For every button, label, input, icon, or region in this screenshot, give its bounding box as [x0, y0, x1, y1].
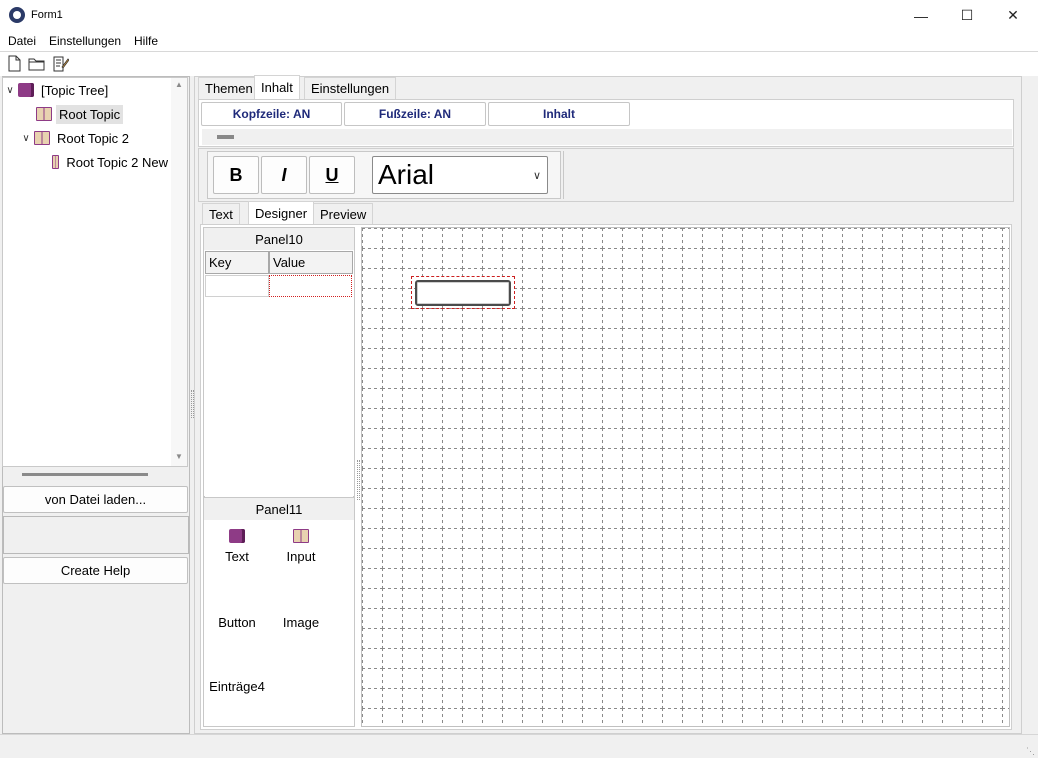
- app-icon: [9, 7, 25, 23]
- create-help-button[interactable]: Create Help: [3, 557, 188, 584]
- format-separator: [563, 151, 564, 199]
- toolbar: [0, 51, 1038, 76]
- column-header-key[interactable]: Key: [205, 251, 269, 274]
- designer-input-control[interactable]: [415, 280, 511, 306]
- header-button-inhalt[interactable]: Inhalt: [488, 102, 630, 126]
- grip-icon: [217, 135, 234, 139]
- new-file-icon[interactable]: [6, 55, 23, 72]
- tool-label: Input: [286, 549, 316, 564]
- tab-inhalt[interactable]: Inhalt: [254, 75, 300, 99]
- load-file-button[interactable]: von Datei laden...: [3, 486, 188, 513]
- scroll-down-icon[interactable]: ▼: [171, 452, 187, 466]
- tool-image[interactable]: Image: [269, 615, 333, 630]
- tool-label: Text: [225, 549, 249, 564]
- chevron-down-icon: ∨: [532, 170, 541, 182]
- maximize-icon[interactable]: ☐: [944, 0, 990, 31]
- header-button-kopfzeile[interactable]: Kopfzeile: AN: [201, 102, 342, 126]
- grid-cell-value[interactable]: [269, 275, 352, 297]
- tree-node-label: [Topic Tree]: [41, 82, 109, 98]
- menu-hilfe[interactable]: Hilfe: [134, 34, 158, 48]
- tab-themen[interactable]: Themen: [198, 77, 260, 99]
- column-header-value[interactable]: Value: [269, 251, 353, 274]
- menu-einstellungen[interactable]: Einstellungen: [49, 34, 121, 48]
- panel11-title: Panel11: [204, 498, 354, 520]
- book-closed-icon: [229, 529, 245, 543]
- book-open-icon: [34, 131, 50, 145]
- edit-note-icon[interactable]: [52, 55, 69, 72]
- tool-text[interactable]: Text: [205, 529, 269, 564]
- tree-node-label: Root Topic: [56, 104, 124, 124]
- book-open-icon: [36, 107, 52, 121]
- book-closed-icon: [18, 83, 34, 97]
- header-button-fusszeile[interactable]: Fußzeile: AN: [344, 102, 486, 126]
- tab-text[interactable]: Text: [202, 203, 240, 225]
- tab-designer[interactable]: Designer: [248, 201, 315, 225]
- panel10-title: Panel10: [204, 228, 354, 250]
- font-select-value: Arial: [378, 159, 435, 190]
- font-select[interactable]: Arial ∨: [372, 156, 548, 194]
- italic-button[interactable]: I: [261, 156, 307, 194]
- tree-node-root-topic-2[interactable]: ∨ Root Topic 2: [20, 127, 132, 149]
- status-bar: [0, 734, 1038, 758]
- tool-button[interactable]: Button: [205, 615, 269, 630]
- chevron-down-icon[interactable]: ∨: [4, 85, 16, 96]
- tool-label: Einträge4: [209, 679, 265, 694]
- tree-horizontal-scrollbar[interactable]: [22, 473, 148, 476]
- bold-button[interactable]: B: [213, 156, 259, 194]
- title-bar: [0, 0, 1038, 31]
- chevron-down-icon[interactable]: ∨: [20, 133, 32, 144]
- tool-label: Image: [282, 615, 320, 630]
- grid-cell-key[interactable]: [205, 275, 269, 297]
- close-icon[interactable]: ✕: [990, 0, 1036, 31]
- tree-node-label: Root Topic 2 New: [66, 154, 168, 170]
- tool-input[interactable]: Input: [269, 529, 333, 564]
- empty-panel: [3, 516, 189, 554]
- minimize-icon[interactable]: —: [898, 0, 944, 31]
- tree-node-root-topic-2-new[interactable]: Root Topic 2 New: [52, 151, 171, 173]
- resize-grip-icon[interactable]: ⋱: [1026, 746, 1035, 757]
- tree-node-root[interactable]: ∨ [Topic Tree]: [4, 79, 111, 101]
- tool-label: Button: [218, 615, 256, 630]
- scroll-up-icon[interactable]: ▲: [171, 80, 187, 94]
- open-folder-icon[interactable]: [28, 55, 45, 72]
- tab-preview[interactable]: Preview: [313, 203, 374, 225]
- tree-vertical-scrollbar[interactable]: [171, 78, 187, 466]
- tool-eintraege4[interactable]: Einträge4: [205, 679, 269, 694]
- window-title: Form1: [31, 9, 63, 21]
- splitter-grip[interactable]: [357, 460, 360, 500]
- menu-datei[interactable]: Datei: [8, 34, 36, 48]
- book-open-icon: [52, 155, 60, 169]
- tab-einstellungen[interactable]: Einstellungen: [304, 77, 397, 99]
- tree-node-root-topic[interactable]: Root Topic: [36, 103, 124, 125]
- underline-button[interactable]: U: [309, 156, 355, 194]
- book-open-icon: [293, 529, 309, 543]
- collapse-strip[interactable]: [202, 129, 1012, 145]
- tree-node-label: Root Topic 2: [57, 130, 130, 146]
